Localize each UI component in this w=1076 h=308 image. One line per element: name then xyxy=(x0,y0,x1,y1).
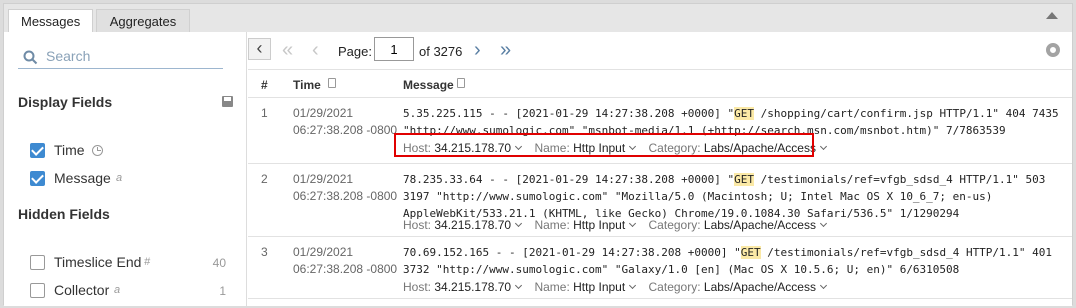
row-timestamp: 01/29/2021 06:27:38.208 -0800 xyxy=(293,244,397,278)
field-label: Collector xyxy=(54,282,110,298)
first-page-icon[interactable]: « xyxy=(282,40,293,60)
row-time: 06:27:38.208 -0800 xyxy=(293,189,398,203)
row-date: 01/29/2021 xyxy=(293,172,354,186)
row-time: 06:27:38.208 -0800 xyxy=(293,123,398,137)
tab-aggregates[interactable]: Aggregates xyxy=(96,9,190,32)
field-label: Timeslice End xyxy=(54,254,142,270)
row-timestamp: 01/29/2021 06:27:38.208 -0800 xyxy=(293,171,397,205)
hidden-fields-title: Hidden Fields xyxy=(18,206,110,222)
search-icon xyxy=(23,50,38,65)
field-label: Time xyxy=(54,142,85,158)
table-row[interactable]: 3 01/29/2021 06:27:38.208 -0800 70.69.15… xyxy=(248,237,1072,299)
host-key: Host: xyxy=(403,280,432,294)
chevron-down-icon[interactable] xyxy=(629,281,637,290)
checkbox-collector[interactable] xyxy=(30,283,45,298)
checkbox-time[interactable] xyxy=(30,143,45,158)
checkbox-timeslice-end[interactable] xyxy=(30,255,45,270)
chevron-down-icon[interactable] xyxy=(819,142,828,151)
copy-icon[interactable] xyxy=(457,78,465,88)
field-search xyxy=(18,47,223,69)
pagination-bar: ‹ « ‹ Page: of 3276 › » xyxy=(248,32,1072,70)
field-type: a xyxy=(114,284,121,296)
host-value[interactable]: 34.215.178.70 xyxy=(434,280,511,294)
search-results-panel: Messages Aggregates Display Fields Time xyxy=(3,3,1073,306)
clock-icon xyxy=(92,145,103,156)
msg-text: 3732 "http://www.sumologic.com" "Galaxy/… xyxy=(403,263,960,276)
chevron-down-icon[interactable] xyxy=(819,219,828,228)
gear-icon[interactable] xyxy=(1046,43,1060,57)
collapse-sidebar-button[interactable]: ‹ xyxy=(248,38,271,60)
row-time: 06:27:38.208 -0800 xyxy=(293,262,398,276)
field-label: Message xyxy=(54,170,111,186)
page-label: Page: xyxy=(338,44,372,59)
msg-text: 5.35.225.115 - - [2021-01-29 14:27:38.20… xyxy=(403,107,735,120)
row-date: 01/29/2021 xyxy=(293,106,354,120)
table-row[interactable]: 1 01/29/2021 06:27:38.208 -0800 5.35.225… xyxy=(248,98,1072,164)
field-count: 40 xyxy=(212,256,226,270)
content-area: Display Fields Time Message a Hidden Fie… xyxy=(4,32,1072,306)
chevron-down-icon[interactable] xyxy=(629,219,637,228)
column-header-message[interactable]: Message xyxy=(403,78,454,92)
display-fields-title: Display Fields xyxy=(18,94,113,110)
name-key: Name: xyxy=(534,218,570,232)
field-count: 1 xyxy=(219,284,226,298)
row-number: 1 xyxy=(261,106,268,120)
tab-messages[interactable]: Messages xyxy=(8,9,93,32)
last-page-icon[interactable]: » xyxy=(500,40,511,60)
column-header-num: # xyxy=(261,78,268,92)
checkbox-message[interactable] xyxy=(30,171,45,186)
chevron-down-icon[interactable] xyxy=(515,281,523,290)
row-message[interactable]: 78.235.33.64 - - [2021-01-29 14:27:38.20… xyxy=(403,171,1053,222)
tab-bar: Messages Aggregates xyxy=(4,4,1072,32)
category-key: Category: xyxy=(648,280,701,294)
table-row[interactable]: 2 01/29/2021 06:27:38.208 -0800 78.235.3… xyxy=(248,164,1072,237)
row-number: 2 xyxy=(261,172,268,186)
name-value[interactable]: Http Input xyxy=(573,218,625,232)
msg-highlight: GET xyxy=(734,107,755,120)
copy-icon[interactable] xyxy=(328,78,336,88)
msg-highlight: GET xyxy=(734,173,755,186)
next-page-icon[interactable]: › xyxy=(474,40,481,60)
field-type: a xyxy=(116,172,123,184)
category-value[interactable]: Labs/Apache/Access xyxy=(704,218,816,232)
page-number-input[interactable] xyxy=(374,37,414,61)
msg-text: /testimonials/ref=vfgb_sdsd_4 HTTP/1.1" … xyxy=(754,173,1046,186)
page-count: of 3276 xyxy=(419,44,463,59)
row-message[interactable]: 70.69.152.165 - - [2021-01-29 14:27:38.2… xyxy=(403,244,1053,278)
host-value[interactable]: 34.215.178.70 xyxy=(434,218,511,232)
table-header: # Time Message xyxy=(248,70,1072,98)
field-browser-sidebar: Display Fields Time Message a Hidden Fie… xyxy=(4,32,247,306)
annotation-highlight-box xyxy=(394,133,814,157)
msg-text: 78.235.33.64 - - [2021-01-29 14:27:38.20… xyxy=(403,173,735,186)
field-type: # xyxy=(144,256,151,268)
search-input[interactable] xyxy=(46,48,216,64)
row-date: 01/29/2021 xyxy=(293,245,354,259)
name-key: Name: xyxy=(534,280,570,294)
name-value[interactable]: Http Input xyxy=(573,280,625,294)
row-metadata: Host: 34.215.178.70 Name: Http Input Cat… xyxy=(403,280,836,296)
chevron-down-icon[interactable] xyxy=(515,219,523,228)
msg-text: 3197 "http://www.sumologic.com" "Mozilla… xyxy=(403,190,993,203)
chevron-down-icon[interactable] xyxy=(819,281,828,290)
row-number: 3 xyxy=(261,245,268,259)
messages-table: ‹ « ‹ Page: of 3276 › » # Time Message 1 xyxy=(248,32,1072,306)
column-header-time[interactable]: Time xyxy=(293,78,321,92)
msg-highlight: GET xyxy=(740,246,761,259)
prev-page-icon[interactable]: ‹ xyxy=(312,40,319,60)
row-metadata: Host: 34.215.178.70 Name: Http Input Cat… xyxy=(403,218,836,234)
save-icon[interactable] xyxy=(222,96,233,107)
host-key: Host: xyxy=(403,218,432,232)
collapse-icon[interactable] xyxy=(1046,12,1058,19)
msg-text: /shopping/cart/confirm.jsp HTTP/1.1" 404… xyxy=(754,107,1059,120)
msg-text: 70.69.152.165 - - [2021-01-29 14:27:38.2… xyxy=(403,246,741,259)
row-timestamp: 01/29/2021 06:27:38.208 -0800 xyxy=(293,105,397,139)
category-value[interactable]: Labs/Apache/Access xyxy=(704,280,816,294)
category-key: Category: xyxy=(648,218,701,232)
msg-text: /testimonials/ref=vfgb_sdsd_4 HTTP/1.1" … xyxy=(760,246,1053,259)
